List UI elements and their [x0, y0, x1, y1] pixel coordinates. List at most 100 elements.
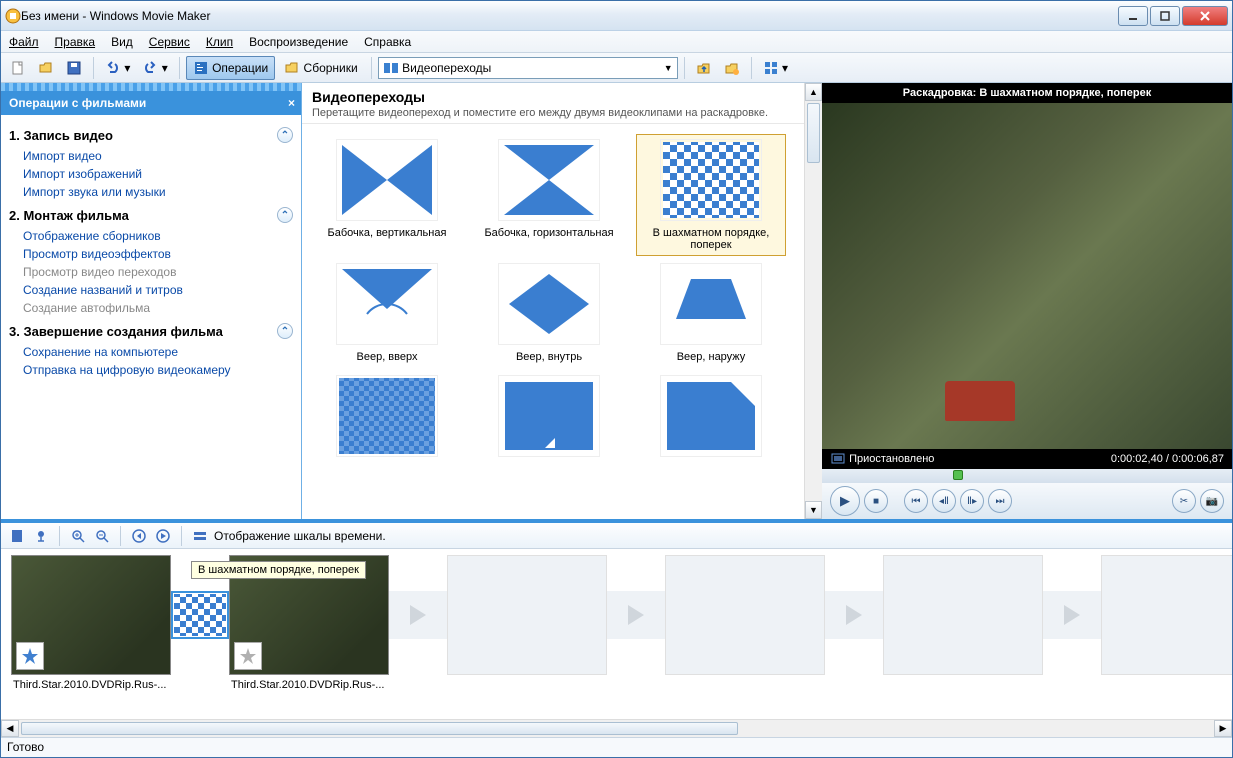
narrate-button[interactable]	[7, 526, 27, 546]
vertical-scrollbar[interactable]: ▲ ▼	[804, 83, 822, 519]
new-button[interactable]	[5, 56, 31, 80]
snapshot-button[interactable]: 📷	[1200, 489, 1224, 513]
zoom-out-button[interactable]	[92, 526, 112, 546]
link-show-collections[interactable]: Отображение сборников	[9, 227, 293, 245]
timeline-toolbar: Отображение шкалы времени.	[1, 519, 1232, 549]
redo-button[interactable]: ▾	[137, 56, 172, 80]
frame-fwd-button[interactable]: Ⅱ▸	[960, 489, 984, 513]
collapse-icon[interactable]: ⌃	[277, 323, 293, 339]
close-button[interactable]	[1182, 6, 1228, 26]
storyboard-empty-slot[interactable]	[1101, 555, 1232, 675]
storyboard-empty-slot[interactable]	[447, 555, 607, 675]
storyboard-transition-empty[interactable]	[1043, 555, 1101, 639]
menu-help[interactable]: Справка	[364, 35, 411, 49]
link-titles-credits[interactable]: Создание названий и титров	[9, 281, 293, 299]
show-timeline-button[interactable]	[190, 526, 210, 546]
status-bar: Готово	[1, 737, 1232, 757]
rewind-button[interactable]	[129, 526, 149, 546]
playback-time: 0:00:02,40 / 0:00:06,87	[1111, 453, 1224, 465]
views-button[interactable]: ▾	[758, 56, 793, 80]
zoom-in-button[interactable]	[68, 526, 88, 546]
transition-item[interactable]: Веер, внутрь	[474, 258, 624, 368]
link-automovie[interactable]: Создание автофильма	[9, 299, 293, 317]
effect-slot[interactable]	[234, 642, 262, 670]
transition-item[interactable]	[474, 370, 624, 468]
link-send-dv[interactable]: Отправка на цифровую видеокамеру	[9, 361, 293, 379]
new-icon	[10, 60, 26, 76]
menu-play[interactable]: Воспроизведение	[249, 35, 348, 49]
menu-edit[interactable]: Правка	[55, 35, 96, 49]
storyboard-empty-slot[interactable]	[665, 555, 825, 675]
split-button[interactable]: ✂	[1172, 489, 1196, 513]
collapse-icon[interactable]: ⌃	[277, 127, 293, 143]
section-3-header[interactable]: 3. Завершение создания фильма⌃	[9, 323, 293, 339]
preview-title: Раскадровка: В шахматном порядке, попере…	[822, 83, 1232, 103]
tasks-button[interactable]: Операции	[186, 56, 275, 80]
link-import-video[interactable]: Импорт видео	[9, 147, 293, 165]
save-icon	[66, 60, 82, 76]
scroll-thumb[interactable]	[21, 722, 738, 735]
horizontal-scrollbar[interactable]: ◀ ▶	[1, 719, 1232, 737]
audio-levels-button[interactable]	[31, 526, 51, 546]
collapse-icon[interactable]: ⌃	[277, 207, 293, 223]
section-2-header[interactable]: 2. Монтаж фильма⌃	[9, 207, 293, 223]
collections-button[interactable]: Сборники	[277, 56, 365, 80]
scroll-down-button[interactable]: ▼	[805, 501, 822, 519]
task-pane-close[interactable]: ×	[288, 96, 295, 110]
effect-slot[interactable]	[16, 642, 44, 670]
play-timeline-button[interactable]	[153, 526, 173, 546]
status-text: Готово	[7, 740, 44, 754]
menu-file[interactable]: Файл	[9, 35, 39, 49]
scroll-left-button[interactable]: ◀	[1, 720, 19, 737]
transition-item[interactable]: В шахматном порядке, поперек	[636, 134, 786, 256]
seek-bar[interactable]	[822, 469, 1232, 483]
menu-clip[interactable]: Клип	[206, 35, 233, 49]
link-import-images[interactable]: Импорт изображений	[9, 165, 293, 183]
section-1-header[interactable]: 1. Запись видео⌃	[9, 127, 293, 143]
save-button[interactable]	[61, 56, 87, 80]
seek-position[interactable]	[953, 470, 963, 480]
dropdown-arrow-icon: ▼	[664, 63, 673, 73]
menu-view[interactable]: Вид	[111, 35, 133, 49]
open-button[interactable]	[33, 56, 59, 80]
link-import-audio[interactable]: Импорт звука или музыки	[9, 183, 293, 201]
scroll-thumb[interactable]	[807, 103, 820, 163]
toolbar: ▾ ▾ Операции Сборники Видеопереходы ▼ ▾	[1, 53, 1232, 83]
skip-fwd-button[interactable]: ⏭	[988, 489, 1012, 513]
play-button[interactable]: ▶	[830, 486, 860, 516]
storyboard[interactable]: В шахматном порядке, поперек Third.Star.…	[1, 549, 1232, 719]
storyboard-empty-slot[interactable]	[883, 555, 1043, 675]
link-video-effects[interactable]: Просмотр видеоэффектов	[9, 245, 293, 263]
storyboard-transition-empty[interactable]	[389, 555, 447, 639]
transition-item[interactable]: Бабочка, вертикальная	[312, 134, 462, 256]
link-save-computer[interactable]: Сохранение на компьютере	[9, 343, 293, 361]
scroll-right-button[interactable]: ▶	[1214, 720, 1232, 737]
preview-pane: Раскадровка: В шахматном порядке, попере…	[822, 83, 1232, 519]
up-folder-button[interactable]	[691, 56, 717, 80]
skip-back-button[interactable]: ⏮	[904, 489, 928, 513]
transition-item[interactable]	[636, 370, 786, 468]
undo-icon	[105, 60, 121, 76]
preview-video[interactable]	[822, 103, 1232, 449]
new-folder-button[interactable]	[719, 56, 745, 80]
storyboard-transition-empty[interactable]	[825, 555, 883, 639]
location-dropdown[interactable]: Видеопереходы ▼	[378, 57, 678, 79]
transition-item[interactable]: Веер, вверх	[312, 258, 462, 368]
link-video-transitions[interactable]: Просмотр видео переходов	[9, 263, 293, 281]
storyboard-clip[interactable]: Third.Star.2010.DVDRip.Rus-...	[11, 555, 171, 695]
minimize-button[interactable]	[1118, 6, 1148, 26]
main-content: Операции с фильмами × 1. Запись видео⌃ И…	[1, 83, 1232, 519]
menu-tools[interactable]: Сервис	[149, 35, 190, 49]
maximize-button[interactable]	[1150, 6, 1180, 26]
folder-icon	[284, 60, 300, 76]
transition-item[interactable]	[312, 370, 462, 468]
transition-item[interactable]: Веер, наружу	[636, 258, 786, 368]
app-icon	[5, 8, 21, 24]
frame-back-button[interactable]: ◂Ⅱ	[932, 489, 956, 513]
collections-label: Сборники	[304, 61, 358, 75]
storyboard-transition-empty[interactable]	[607, 555, 665, 639]
undo-button[interactable]: ▾	[100, 56, 135, 80]
scroll-up-button[interactable]: ▲	[805, 83, 822, 101]
transition-item[interactable]: Бабочка, горизонтальная	[474, 134, 624, 256]
stop-button[interactable]: ■	[864, 489, 888, 513]
